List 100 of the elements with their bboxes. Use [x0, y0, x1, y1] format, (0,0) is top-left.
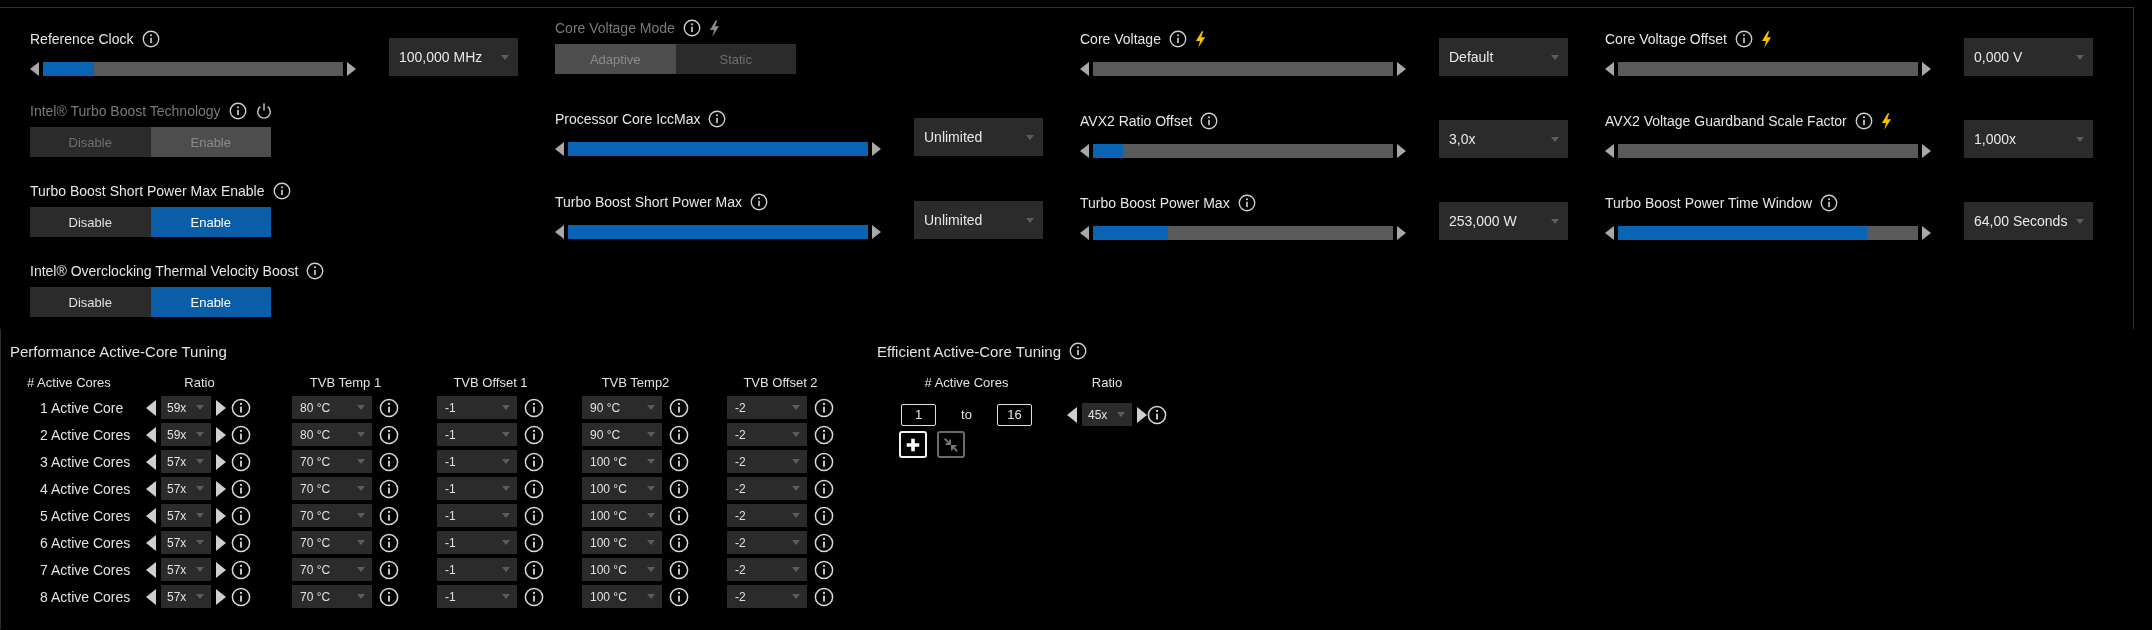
value-dropdown[interactable]: 90 °C — [582, 423, 662, 446]
right-arrow-icon[interactable] — [216, 507, 226, 524]
right-arrow-icon[interactable] — [216, 453, 226, 470]
value-dropdown[interactable]: -1 — [437, 504, 517, 527]
slider[interactable] — [1080, 61, 1406, 77]
right-arrow-icon[interactable] — [216, 426, 226, 443]
info-icon[interactable] — [524, 478, 544, 499]
info-icon[interactable] — [814, 397, 834, 418]
info-icon[interactable] — [231, 424, 251, 445]
right-arrow-icon[interactable] — [216, 480, 226, 497]
info-icon[interactable] — [231, 586, 251, 607]
info-icon[interactable] — [1069, 342, 1087, 360]
info-icon[interactable] — [669, 586, 689, 607]
info-icon[interactable] — [272, 182, 291, 200]
slider[interactable] — [1605, 61, 1931, 77]
info-icon[interactable] — [814, 451, 834, 472]
info-icon[interactable] — [814, 478, 834, 499]
right-arrow-icon[interactable] — [1397, 226, 1406, 240]
info-icon[interactable] — [750, 193, 768, 211]
left-arrow-icon[interactable] — [1605, 144, 1614, 158]
value-dropdown[interactable]: 100 °C — [582, 450, 662, 473]
value-dropdown[interactable]: -1 — [437, 477, 517, 500]
left-arrow-icon[interactable] — [30, 62, 39, 76]
ratio-dropdown[interactable]: 59x — [161, 396, 211, 419]
info-icon[interactable] — [379, 532, 399, 553]
left-arrow-icon[interactable] — [555, 142, 564, 156]
value-dropdown[interactable]: -2 — [727, 504, 807, 527]
right-arrow-icon[interactable] — [216, 534, 226, 551]
right-arrow-icon[interactable] — [872, 225, 881, 239]
right-arrow-icon[interactable] — [872, 142, 881, 156]
value-dropdown[interactable]: 100,000 MHz — [389, 38, 518, 76]
left-arrow-icon[interactable] — [555, 225, 564, 239]
info-icon[interactable] — [141, 30, 160, 48]
right-arrow-icon[interactable] — [1397, 144, 1406, 158]
slider[interactable] — [1080, 225, 1406, 241]
slider[interactable] — [1605, 143, 1931, 159]
slider[interactable] — [1080, 143, 1406, 159]
info-icon[interactable] — [669, 559, 689, 580]
info-icon[interactable] — [1820, 194, 1839, 212]
info-icon[interactable] — [1168, 30, 1187, 48]
info-icon[interactable] — [231, 451, 251, 472]
info-icon[interactable] — [231, 559, 251, 580]
value-dropdown[interactable]: 64,00 Seconds — [1964, 202, 2093, 240]
value-dropdown[interactable]: 1,000x — [1964, 120, 2093, 158]
value-dropdown[interactable]: -1 — [437, 450, 517, 473]
value-dropdown[interactable]: 90 °C — [582, 396, 662, 419]
right-arrow-icon[interactable] — [1137, 406, 1147, 423]
value-dropdown[interactable]: -2 — [727, 585, 807, 608]
value-dropdown[interactable]: Default — [1439, 38, 1568, 76]
value-dropdown[interactable]: 80 °C — [292, 423, 372, 446]
number-field[interactable]: 16 — [997, 403, 1032, 426]
info-icon[interactable] — [379, 478, 399, 499]
info-icon[interactable] — [379, 559, 399, 580]
toggle-option[interactable]: Enable — [150, 207, 271, 237]
ratio-dropdown[interactable]: 57x — [161, 477, 211, 500]
ratio-dropdown[interactable]: 45x — [1082, 403, 1132, 426]
info-icon[interactable] — [379, 505, 399, 526]
info-icon[interactable] — [524, 532, 544, 553]
left-arrow-icon[interactable] — [1080, 226, 1089, 240]
info-icon[interactable] — [231, 397, 251, 418]
info-icon[interactable] — [1200, 112, 1219, 130]
left-arrow-icon[interactable] — [1605, 62, 1614, 76]
info-icon[interactable] — [708, 110, 727, 128]
ratio-dropdown[interactable]: 57x — [161, 504, 211, 527]
left-arrow-icon[interactable] — [146, 399, 156, 416]
info-icon[interactable] — [814, 532, 834, 553]
right-arrow-icon[interactable] — [1397, 62, 1406, 76]
value-dropdown[interactable]: 100 °C — [582, 504, 662, 527]
info-icon[interactable] — [669, 532, 689, 553]
value-dropdown[interactable]: -2 — [727, 477, 807, 500]
value-dropdown[interactable]: 253,000 W — [1439, 202, 1568, 240]
value-dropdown[interactable]: 100 °C — [582, 558, 662, 581]
value-dropdown[interactable]: -1 — [437, 396, 517, 419]
info-icon[interactable] — [524, 451, 544, 472]
right-arrow-icon[interactable] — [216, 561, 226, 578]
value-dropdown[interactable]: -2 — [727, 450, 807, 473]
value-dropdown[interactable]: -2 — [727, 423, 807, 446]
left-arrow-icon[interactable] — [146, 480, 156, 497]
info-icon[interactable] — [1854, 112, 1873, 130]
right-arrow-icon[interactable] — [1922, 226, 1931, 240]
right-arrow-icon[interactable] — [216, 399, 226, 416]
info-icon[interactable] — [669, 424, 689, 445]
info-icon[interactable] — [669, 478, 689, 499]
info-icon[interactable] — [1237, 194, 1256, 212]
value-dropdown[interactable]: 3,0x — [1439, 120, 1568, 158]
left-arrow-icon[interactable] — [1080, 62, 1089, 76]
left-arrow-icon[interactable] — [146, 561, 156, 578]
info-icon[interactable] — [524, 397, 544, 418]
info-icon[interactable] — [814, 424, 834, 445]
ratio-dropdown[interactable]: 57x — [161, 585, 211, 608]
info-icon[interactable] — [379, 586, 399, 607]
info-icon[interactable] — [306, 262, 325, 280]
value-dropdown[interactable]: -2 — [727, 531, 807, 554]
slider[interactable] — [1605, 225, 1931, 241]
left-arrow-icon[interactable] — [146, 453, 156, 470]
info-icon[interactable] — [379, 397, 399, 418]
value-dropdown[interactable]: 100 °C — [582, 585, 662, 608]
value-dropdown[interactable]: 100 °C — [582, 477, 662, 500]
toggle-option[interactable]: Disable — [30, 207, 151, 237]
toggle-option[interactable]: Enable — [150, 287, 271, 317]
